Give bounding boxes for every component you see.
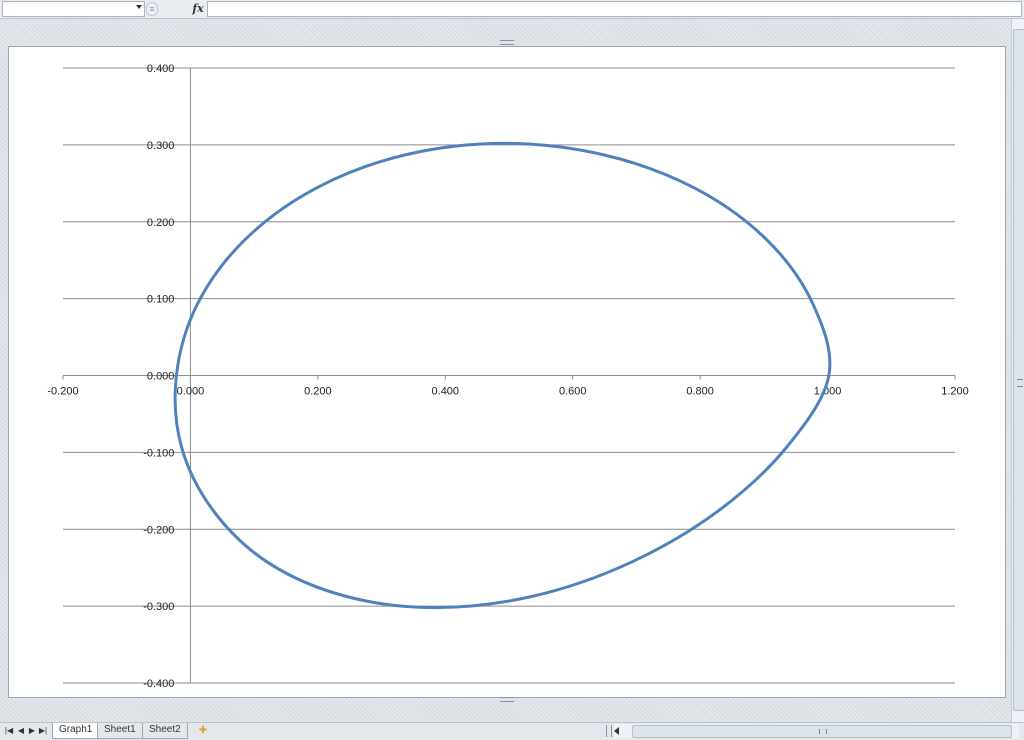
scroll-left-icon[interactable] xyxy=(614,727,619,735)
y-tick-label: -0.400 xyxy=(143,678,174,690)
y-tick-label: 0.200 xyxy=(147,217,175,229)
x-tick-label: 0.200 xyxy=(304,386,332,398)
y-tick-label: -0.100 xyxy=(143,447,174,459)
name-box[interactable] xyxy=(2,1,145,17)
vertical-scroll-thumb[interactable] xyxy=(1013,29,1024,711)
y-tick-label: -0.300 xyxy=(143,601,174,613)
sheet-tab-bar: |◀ ◀ ▶ ▶| Graph1 Sheet1 Sheet2 ✚ xyxy=(0,722,1024,740)
y-tick-label: 0.100 xyxy=(147,294,175,306)
x-tick-label: 0.400 xyxy=(432,386,460,398)
y-tick-label: 0.000 xyxy=(147,371,175,383)
x-tick-label: 0.800 xyxy=(686,386,714,398)
insert-sheet-icon[interactable]: ✚ xyxy=(196,724,210,737)
chart-area[interactable]: 0.400 0.300 0.200 0.100 0.000 -0.100 -0.200 -0.… xyxy=(8,46,1006,698)
prev-sheet-icon[interactable]: ◀ xyxy=(16,726,26,736)
horizontal-scrollbar[interactable] xyxy=(614,724,1019,738)
chevron-down-icon[interactable] xyxy=(136,5,142,9)
vertical-scrollbar[interactable] xyxy=(1011,19,1024,722)
last-sheet-icon[interactable]: ▶| xyxy=(38,726,48,736)
x-tick-label: 1.200 xyxy=(941,386,969,398)
x-tick-label: -0.200 xyxy=(47,386,78,398)
y-tick-label: -0.200 xyxy=(143,524,174,536)
first-sheet-icon[interactable]: |◀ xyxy=(4,726,14,736)
scroll-grip-icon xyxy=(819,729,827,734)
bottom-resize-handle[interactable] xyxy=(500,697,514,702)
formula-input[interactable] xyxy=(207,1,1022,17)
y-tick-label: 0.400 xyxy=(147,63,175,75)
tab-split-handle[interactable] xyxy=(606,725,612,737)
formula-bar-splitter[interactable]: ≡ xyxy=(146,2,158,16)
x-tick-label: 1.000 xyxy=(814,386,842,398)
x-tick-label: 0.600 xyxy=(559,386,587,398)
x-tick-label: 0.000 xyxy=(177,386,205,398)
tab-sheet1[interactable]: Sheet1 xyxy=(97,723,143,739)
scatter-chart: 0.400 0.300 0.200 0.100 0.000 -0.100 -0.200 -0.… xyxy=(47,63,969,690)
scroll-grip-icon xyxy=(1017,379,1023,387)
next-sheet-icon[interactable]: ▶ xyxy=(27,726,37,736)
insert-function-icon[interactable]: fx xyxy=(190,1,206,16)
chart-sheet-area: 0.400 0.300 0.200 0.100 0.000 -0.100 -0.200 -0.… xyxy=(0,19,1010,722)
formula-bar: ≡ fx xyxy=(0,0,1024,19)
horizontal-scroll-thumb[interactable] xyxy=(632,725,1012,738)
tab-graph1[interactable]: Graph1 xyxy=(52,723,100,739)
top-resize-handle[interactable] xyxy=(500,40,514,45)
tab-sheet2[interactable]: Sheet2 xyxy=(142,723,188,739)
y-tick-label: 0.300 xyxy=(147,140,175,152)
